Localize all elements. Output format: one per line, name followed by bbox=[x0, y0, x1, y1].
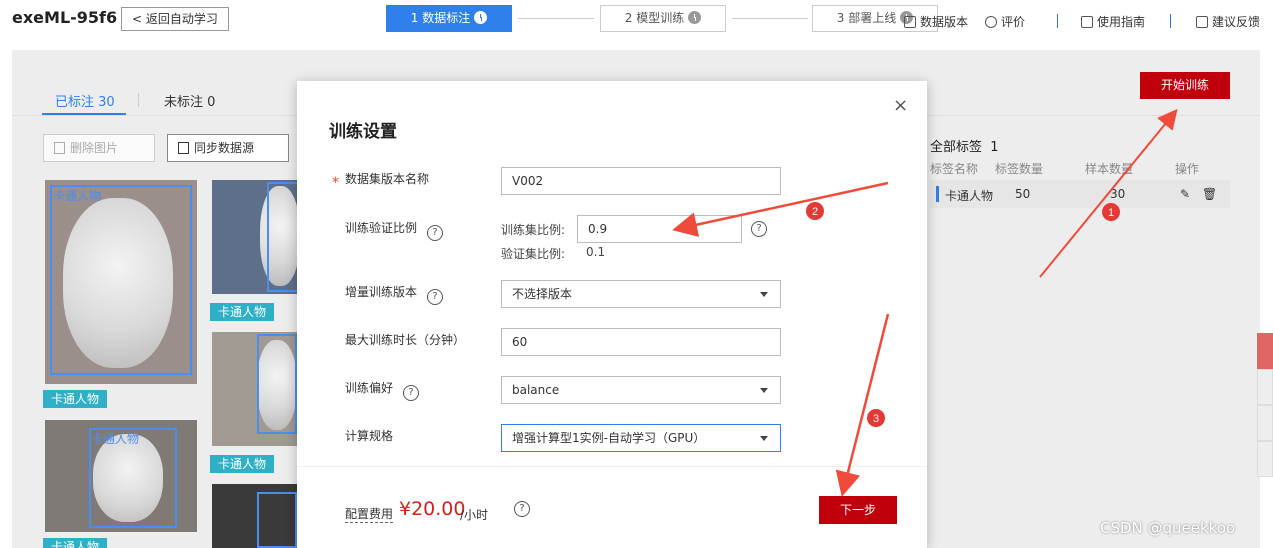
annotation-overlay: 1 2 3 bbox=[672, 108, 1178, 497]
marker-2-text: 2 bbox=[812, 206, 818, 218]
arrow-1 bbox=[1039, 108, 1178, 278]
arrow-2 bbox=[672, 181, 889, 237]
arrow-3 bbox=[835, 313, 890, 497]
marker-3-text: 3 bbox=[873, 413, 879, 425]
marker-1-text: 1 bbox=[1108, 207, 1114, 219]
watermark: CSDN @queekkoo bbox=[1100, 519, 1236, 537]
